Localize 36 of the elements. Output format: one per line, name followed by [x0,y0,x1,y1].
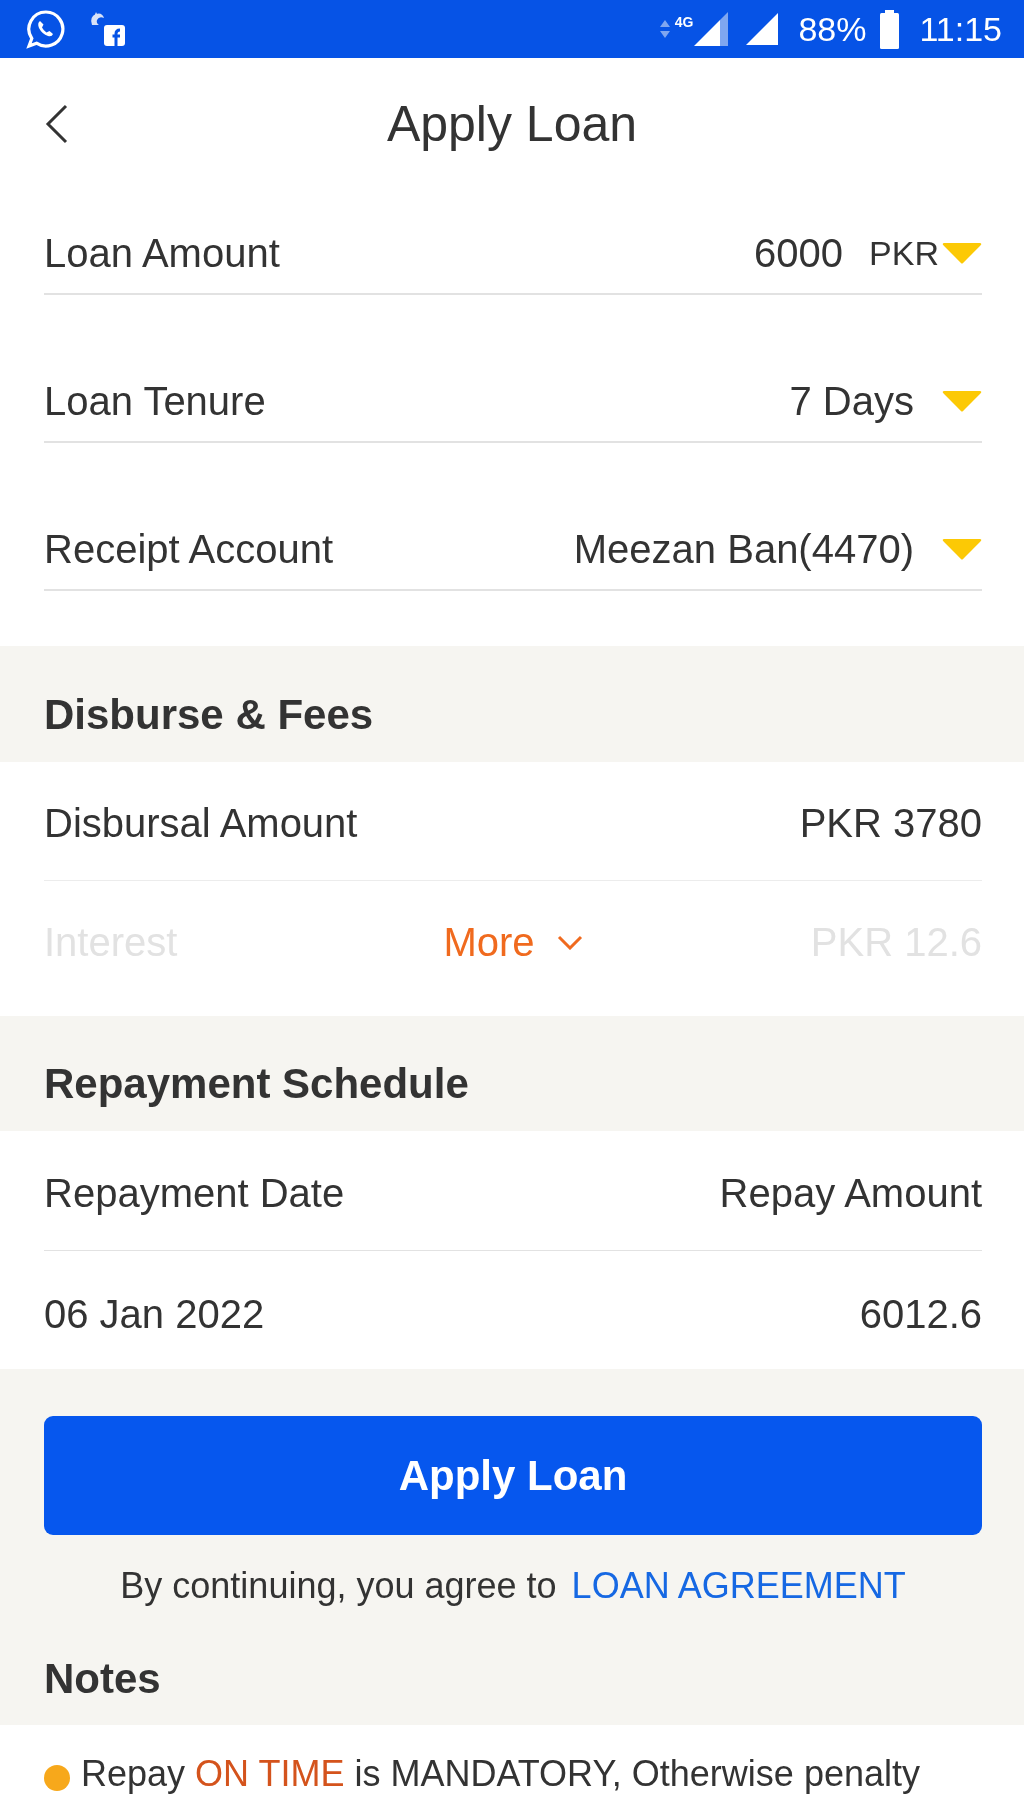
note-text: Repay ON TIME is MANDATORY, Otherwise penalty [81,1752,920,1796]
apply-button[interactable]: Apply Loan [44,1416,982,1535]
section-title: Notes [44,1654,162,1704]
section-title: Repayment Schedule [44,1059,470,1109]
column-header: Repayment Date [44,1170,345,1216]
fee-label: Disbursal Amount [44,800,358,846]
phone-bubble-icon [26,9,66,49]
page-title: Apply Loan [386,95,638,154]
network-type-label: 4G [674,15,694,29]
field-label: Loan Tenure [44,378,266,424]
battery-icon [880,9,900,49]
dropdown-value[interactable]: Meezan Ban(4470) [573,526,914,572]
data-arrows-icon [658,20,671,38]
table-cell: 6012.6 [859,1291,982,1337]
agreement-text: By continuing, you agree to [120,1564,557,1608]
agreement-link[interactable]: LOAN AGREEMENT [571,1563,906,1609]
fee-value: PKR 3780 [799,800,982,846]
field-label: Receipt Account [44,526,334,572]
bullet-dot-icon [44,1765,70,1791]
caret-icon[interactable] [942,242,982,264]
table-cell: 06 Jan 2022 [44,1291,265,1337]
back-icon[interactable] [44,104,70,144]
caret-icon[interactable] [942,538,982,560]
caret-icon[interactable] [942,390,982,412]
battery-percent: 88% [798,9,867,49]
clock-time: 11:15 [919,9,1002,49]
signal-icon [694,12,731,46]
currency-unit[interactable]: PKR [869,230,939,276]
dropdown-value[interactable]: 6000 [754,230,844,276]
chevron-icon[interactable] [556,934,583,950]
app-notification-icon [88,11,126,47]
signal-icon [746,13,779,45]
section-title: Disburse & Fees [44,690,375,740]
dropdown-value[interactable]: 7 Days [789,378,914,424]
column-header: Repay Amount [719,1170,982,1216]
field-label: Loan Amount [44,230,280,276]
